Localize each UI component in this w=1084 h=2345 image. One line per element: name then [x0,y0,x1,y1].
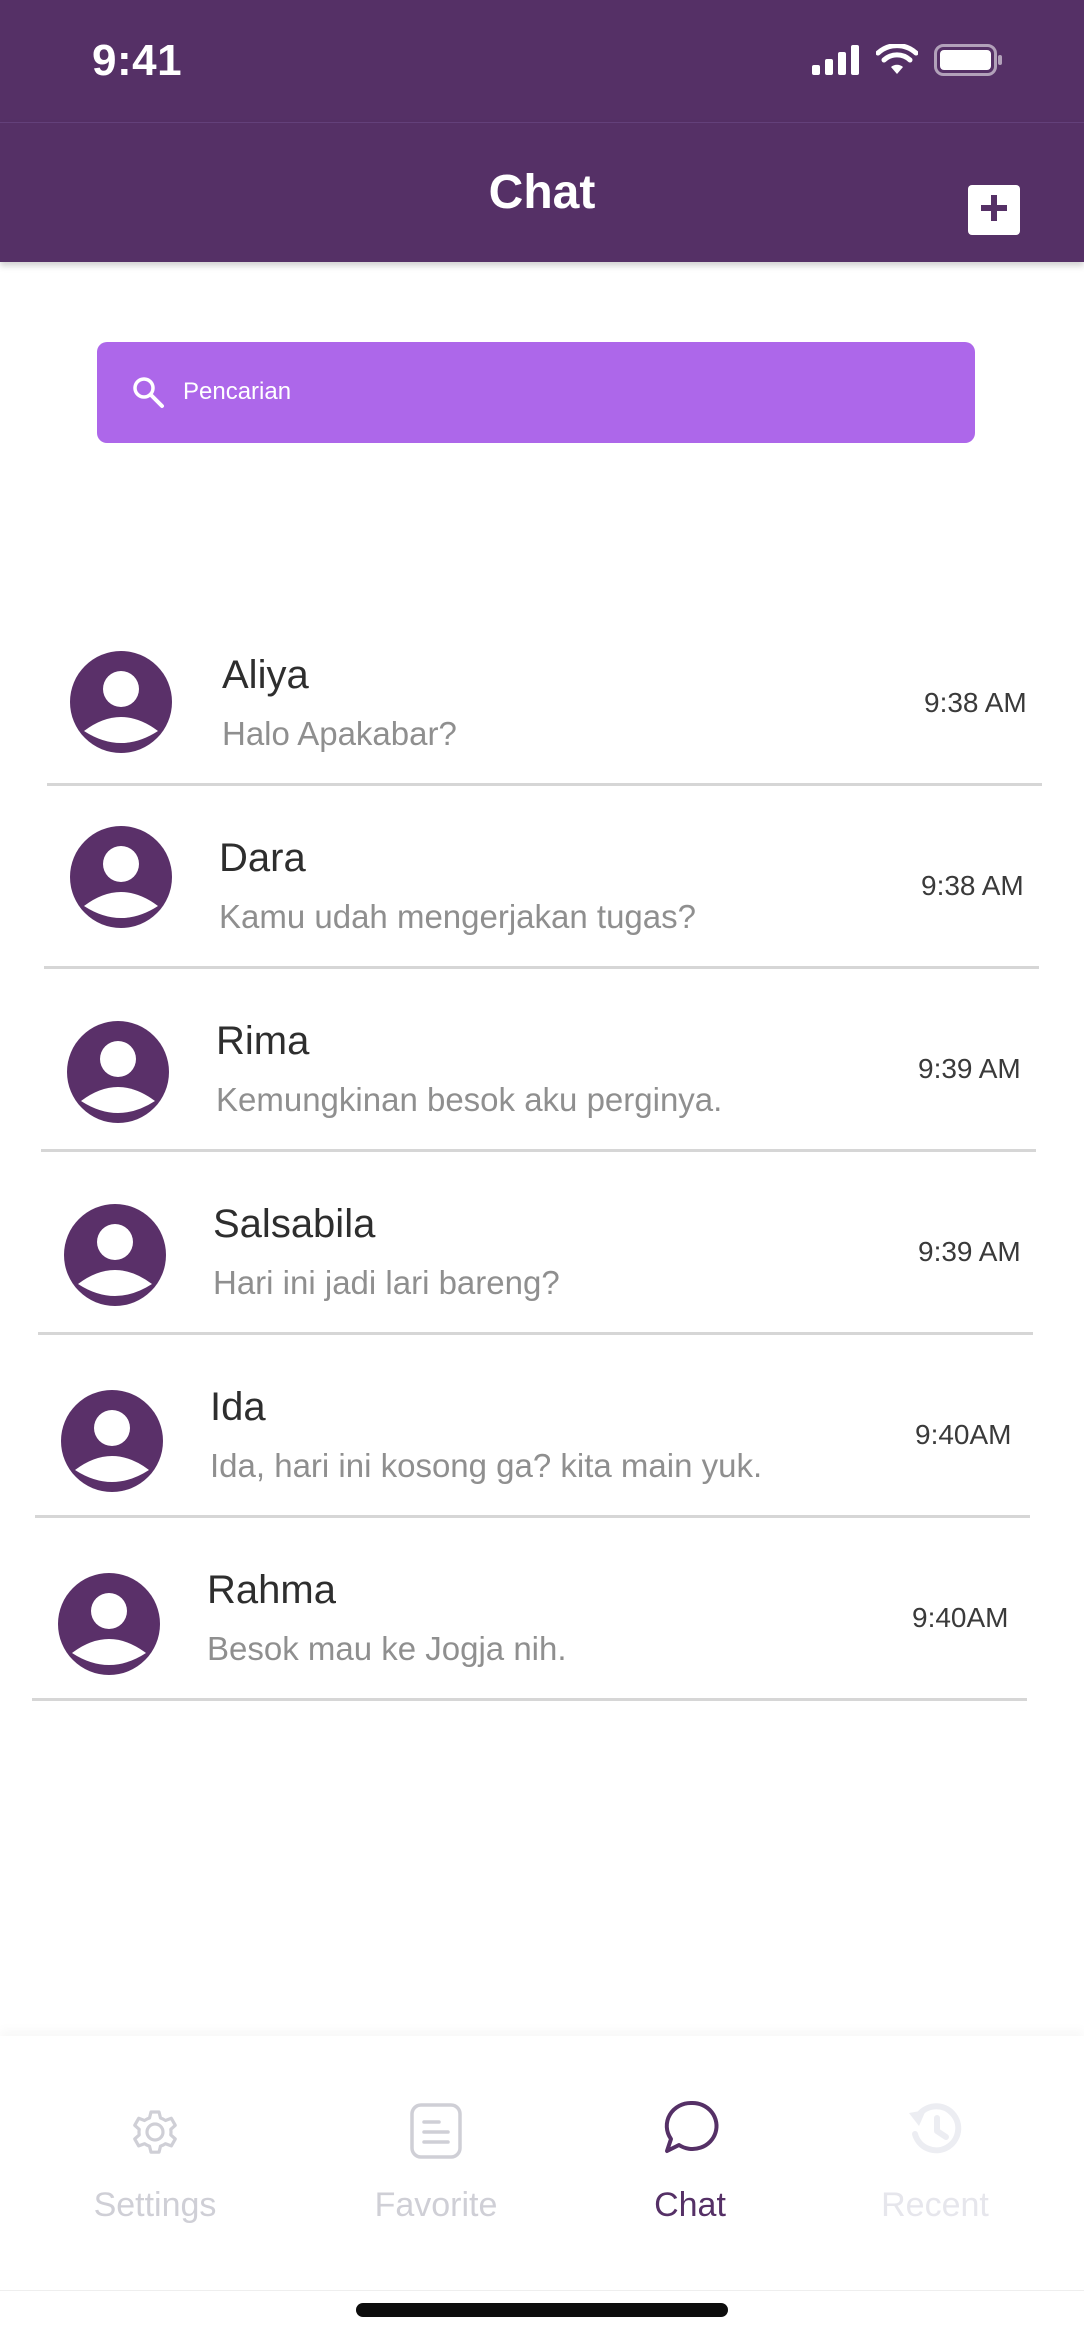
user-icon [84,846,158,918]
nav-item-settings[interactable]: Settings [60,2036,250,2236]
chat-bubble-icon [662,2098,722,2163]
chat-list-item[interactable]: Rima Kemungkinan besok aku perginya. 9:3… [41,969,1036,1152]
page-title: Chat [488,166,596,219]
avatar [61,1390,163,1492]
chat-message: Kemungkinan besok aku perginya. [216,1081,723,1118]
plus-icon [979,193,1009,228]
document-icon [409,2102,463,2165]
chat-name: Salsabila [213,1202,376,1246]
add-chat-button[interactable] [968,185,1020,235]
wifi-icon [875,43,919,81]
nav-label-chat: Chat [654,2186,726,2224]
home-indicator[interactable] [356,2303,728,2317]
chat-message: Hari ini jadi lari bareng? [213,1264,560,1301]
chat-list-item[interactable]: Salsabila Hari ini jadi lari bareng? 9:3… [38,1152,1033,1335]
nav-label-recent: Recent [881,2186,989,2224]
avatar [70,651,172,753]
avatar [67,1021,169,1123]
chat-name: Rima [216,1019,310,1063]
user-icon [75,1410,149,1482]
chat-name: Dara [219,836,306,880]
chat-message: Besok mau ke Jogja nih. [207,1630,567,1667]
chat-time: 9:40AM [912,1602,1009,1633]
chat-time: 9:38 AM [921,870,1024,901]
status-time: 9:41 [92,36,183,85]
nav-label-favorite: Favorite [374,2186,498,2224]
chat-message: Kamu udah mengerjakan tugas? [219,898,696,935]
bottom-nav: Settings Favorite Chat Recent [0,2036,1084,2291]
chat-list-item[interactable]: Rahma Besok mau ke Jogja nih. 9:40AM [32,1518,1027,1701]
user-icon [72,1593,146,1665]
nav-item-recent[interactable]: Recent [845,2036,1025,2236]
app-header: Chat [0,122,1084,262]
search-icon [131,375,165,414]
avatar [70,826,172,928]
gear-icon [127,2104,183,2165]
chat-name: Rahma [207,1568,336,1612]
chat-name: Ida [210,1385,266,1429]
chat-message: Halo Apakabar? [222,715,457,752]
chat-name: Aliya [222,653,309,697]
divider [32,1698,1027,1701]
user-icon [81,1041,155,1113]
battery-icon [934,44,1004,81]
chat-time: 9:39 AM [918,1236,1021,1267]
history-icon [906,2102,964,2163]
chat-list-item[interactable]: Ida Ida, hari ini kosong ga? kita main y… [35,1335,1030,1518]
signal-icon [812,45,860,80]
status-bar: 9:41 [0,0,1084,122]
search-input[interactable]: Pencarian [97,342,975,443]
chat-time: 9:38 AM [924,687,1027,718]
nav-item-chat[interactable]: Chat [600,2036,780,2236]
chat-list-item[interactable]: Aliya Halo Apakabar? 9:38 AM [47,603,1042,786]
chat-list-item[interactable]: Dara Kamu udah mengerjakan tugas? 9:38 A… [44,786,1039,969]
avatar [64,1204,166,1306]
user-icon [78,1224,152,1296]
status-icons [812,43,1004,81]
chat-time: 9:40AM [915,1419,1012,1450]
nav-label-settings: Settings [93,2186,217,2224]
user-icon [84,671,158,743]
chat-message: Ida, hari ini kosong ga? kita main yuk. [210,1447,763,1484]
nav-item-favorite[interactable]: Favorite [340,2036,530,2236]
search-placeholder: Pencarian [183,378,292,405]
avatar [58,1573,160,1675]
chat-time: 9:39 AM [918,1053,1021,1084]
